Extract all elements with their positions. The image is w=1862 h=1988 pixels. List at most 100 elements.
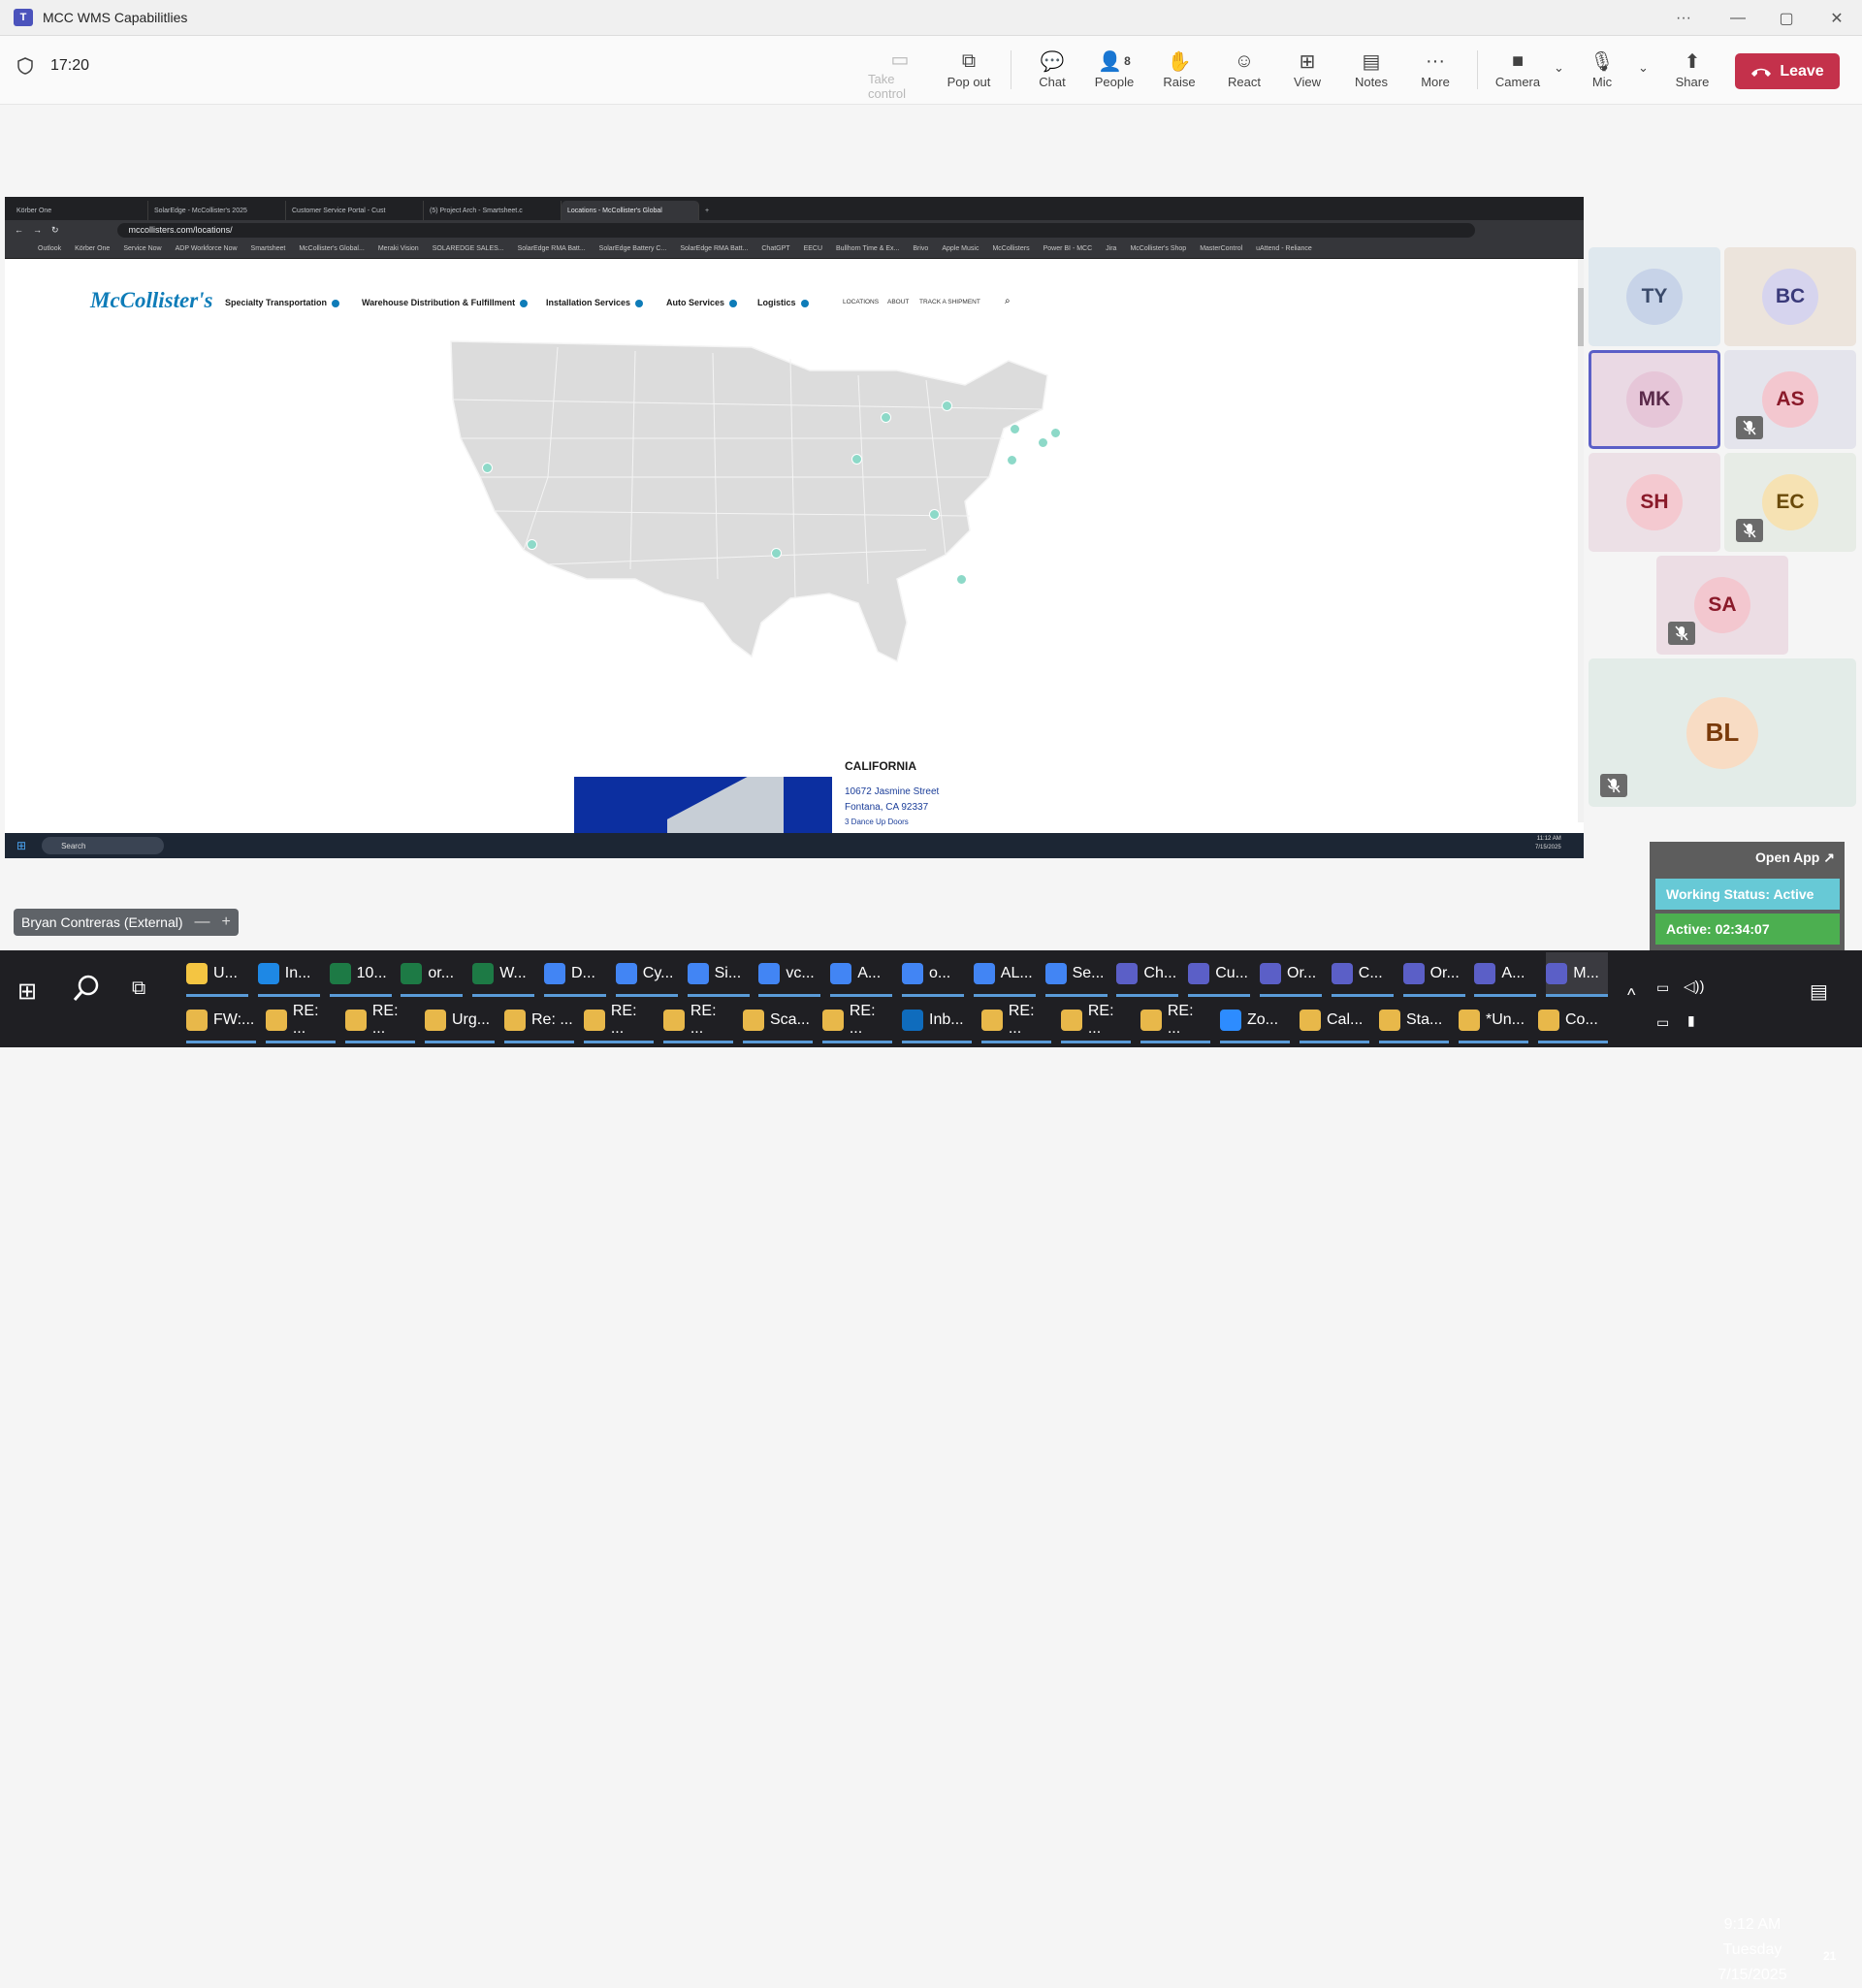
open-app-link[interactable]: Open App ↗	[1755, 850, 1835, 866]
take-control-button[interactable]: ▭ Take control	[868, 48, 932, 101]
volume-icon[interactable]: ◁))	[1684, 978, 1705, 995]
system-clock[interactable]: 9:12 AM Tuesday 7/15/2025	[1699, 1912, 1806, 1988]
site-nav-item[interactable]: Warehouse Distribution & Fulfillment	[362, 298, 529, 307]
pop-out-button[interactable]: ⧉ Pop out	[937, 48, 1001, 98]
participant-tile[interactable]: AS	[1724, 350, 1856, 449]
minimize-view-icon[interactable]: —	[195, 914, 210, 931]
site-utility-link[interactable]: TRACK A SHIPMENT	[919, 299, 980, 305]
site-search-icon[interactable]: ⌕	[1005, 296, 1011, 306]
bookmark-item[interactable]: McCollister's Shop	[1130, 245, 1186, 252]
location-pin[interactable]	[527, 539, 537, 550]
taskbar-app-button[interactable]: RE: ...	[1140, 999, 1210, 1043]
bookmark-item[interactable]: Körber One	[75, 245, 110, 252]
bookmark-item[interactable]: McCollisters	[992, 245, 1029, 252]
close-icon[interactable]: ✕	[1812, 0, 1862, 36]
participant-tile[interactable]: EC	[1724, 453, 1856, 552]
taskbar-app-button[interactable]: RE: ...	[1061, 999, 1131, 1043]
location-pin[interactable]	[1007, 455, 1017, 465]
bookmark-item[interactable]: ADP Workforce Now	[176, 245, 238, 252]
add-view-icon[interactable]: +	[222, 914, 231, 931]
taskbar-app-button[interactable]: or...	[401, 952, 464, 997]
taskbar-app-button[interactable]: Sca...	[743, 999, 813, 1043]
site-nav-item[interactable]: Logistics	[757, 298, 809, 307]
bookmark-item[interactable]: Smartsheet	[251, 245, 286, 252]
taskbar-app-button[interactable]: A...	[830, 952, 893, 997]
participant-tile[interactable]: BC	[1724, 247, 1856, 346]
chat-button[interactable]: 💬 Chat	[1020, 48, 1084, 98]
new-tab-icon[interactable]: +	[699, 201, 722, 220]
location-pin[interactable]	[1010, 424, 1020, 434]
show-hidden-icons-icon[interactable]: ^	[1627, 985, 1635, 1006]
page-scrollbar[interactable]	[1578, 259, 1584, 822]
location-pin[interactable]	[482, 463, 493, 473]
taskbar-app-button[interactable]: RE: ...	[584, 999, 654, 1043]
taskbar-app-button[interactable]: Ch...	[1116, 952, 1179, 997]
taskbar-app-button[interactable]: AL...	[973, 952, 1036, 997]
participant-tile[interactable]: SA	[1656, 556, 1788, 655]
forward-icon[interactable]: →	[33, 225, 42, 235]
taskbar-app-button[interactable]: *Un...	[1459, 999, 1528, 1043]
taskbar-app-button[interactable]: Si...	[687, 952, 750, 997]
location-pin[interactable]	[929, 509, 940, 520]
browser-tab[interactable]: (5) Project Arch - Smartsheet.c	[424, 201, 562, 220]
bookmark-item[interactable]: uAttend - Reliance	[1256, 245, 1312, 252]
taskbar-app-button[interactable]: D...	[544, 952, 606, 997]
participant-tile[interactable]: MK	[1589, 350, 1720, 449]
site-utility-link[interactable]: LOCATIONS	[843, 299, 879, 305]
chevron-down-icon[interactable]: ⌄	[1554, 60, 1564, 76]
search-icon[interactable]	[72, 974, 101, 1008]
bookmark-item[interactable]: EECU	[804, 245, 822, 252]
bookmark-item[interactable]: Bullhorn Time & Ex...	[836, 245, 899, 252]
taskbar-app-button[interactable]: 10...	[329, 952, 392, 997]
taskbar-app-button[interactable]: Cal...	[1300, 999, 1369, 1043]
taskbar-app-button[interactable]: C...	[1331, 952, 1394, 997]
location-pin[interactable]	[942, 401, 952, 411]
browser-tab[interactable]: Customer Service Portal - Cust	[286, 201, 424, 220]
taskbar-app-button[interactable]: A...	[1474, 952, 1537, 997]
taskbar-app-button[interactable]: Urg...	[425, 999, 495, 1043]
bookmark-item[interactable]: Service Now	[123, 245, 161, 252]
camera-button[interactable]: ■ Camera	[1486, 48, 1550, 98]
reload-icon[interactable]: ↻	[51, 225, 59, 236]
taskbar-app-button[interactable]: o...	[902, 952, 964, 997]
remote-search-box[interactable]: Search	[42, 837, 165, 854]
bookmark-item[interactable]: SolarEdge RMA Batt...	[518, 245, 586, 252]
share-button[interactable]: ⬆ Share	[1660, 48, 1724, 98]
participant-tile[interactable]: BL	[1589, 658, 1856, 807]
bookmark-item[interactable]: Apple Music	[942, 245, 979, 252]
taskbar-app-button[interactable]: FW:...	[186, 999, 256, 1043]
site-utility-link[interactable]: ABOUT	[887, 299, 909, 305]
taskbar-app-button[interactable]: W...	[472, 952, 535, 997]
participant-tile[interactable]: TY	[1589, 247, 1720, 346]
taskbar-app-button[interactable]: Se...	[1044, 952, 1108, 997]
mic-button[interactable]: 🎙 Mic	[1570, 48, 1634, 98]
bookmark-item[interactable]: McCollister's Global...	[299, 245, 364, 252]
more-options-icon[interactable]: ···	[1658, 0, 1709, 36]
site-nav-item[interactable]: Specialty Transportation	[225, 298, 340, 307]
presenter-name-chip[interactable]: Bryan Contreras (External) — +	[14, 909, 239, 936]
taskbar-app-button[interactable]: Co...	[1538, 999, 1608, 1043]
windows-start-icon[interactable]: ⊞	[17, 978, 37, 1006]
site-logo[interactable]: McCollister's	[90, 288, 213, 313]
minimize-icon[interactable]: —	[1713, 0, 1763, 36]
people-button[interactable]: 👤 8 People	[1082, 48, 1146, 98]
location-pin[interactable]	[771, 548, 782, 559]
taskbar-app-button[interactable]: In...	[257, 952, 320, 997]
bookmark-item[interactable]: SolarEdge RMA Batt...	[680, 245, 748, 252]
chevron-down-icon[interactable]: ⌄	[1638, 60, 1649, 76]
bookmark-item[interactable]: ChatGPT	[761, 245, 789, 252]
notes-button[interactable]: ▤ Notes	[1339, 48, 1403, 98]
site-nav-item[interactable]: Installation Services	[546, 298, 644, 307]
view-button[interactable]: ⊞ View	[1275, 48, 1339, 98]
browser-tab[interactable]: Körber One	[11, 201, 148, 220]
bookmark-item[interactable]: Meraki Vision	[378, 245, 419, 252]
taskbar-app-button[interactable]: Sta...	[1379, 999, 1449, 1043]
notifications-icon[interactable]: ▤	[1810, 979, 1828, 1004]
back-icon[interactable]: ←	[15, 225, 23, 235]
bookmark-item[interactable]: Outlook	[38, 245, 61, 252]
more-button[interactable]: ··· More	[1403, 48, 1467, 98]
url-field[interactable]: mccollisters.com/locations/	[116, 222, 1475, 238]
taskbar-app-button[interactable]: RE: ...	[663, 999, 733, 1043]
taskbar-app-button[interactable]: Or...	[1402, 952, 1465, 997]
taskbar-app-button[interactable]: RE: ...	[981, 999, 1051, 1043]
